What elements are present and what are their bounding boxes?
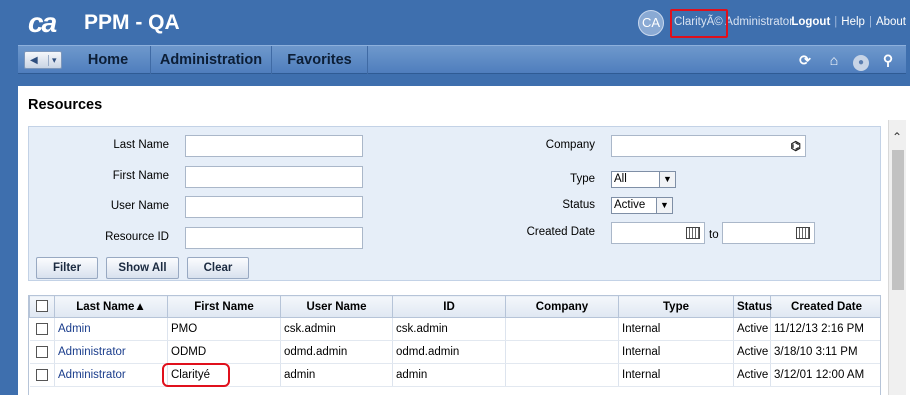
- column-header-user-name[interactable]: User Name: [280, 295, 393, 318]
- table-row: Administrator ODMD odmd.admin odmd.admin…: [29, 340, 880, 364]
- filter-button[interactable]: Filter: [36, 257, 98, 279]
- type-select[interactable]: All ▼: [611, 171, 676, 188]
- user-name-cell: odmd.admin: [280, 340, 393, 364]
- nav-favorites[interactable]: Favorites: [272, 46, 368, 74]
- home-icon[interactable]: ⌂: [824, 50, 844, 70]
- created-date-to-input[interactable]: [722, 222, 815, 244]
- created-date-label: Created Date: [526, 226, 595, 238]
- table-row: Administrator Clarityé admin admin Inter…: [29, 363, 880, 387]
- first-name-cell: ODMD: [167, 340, 281, 364]
- calendar-icon[interactable]: [686, 227, 700, 239]
- user-name-cell: admin: [280, 363, 393, 387]
- ca-logo: ca: [28, 7, 57, 38]
- user-name-label: ClarityÃ© Administrator: [674, 16, 794, 28]
- last-name-link[interactable]: Admin: [54, 317, 168, 341]
- column-header-status[interactable]: Status: [733, 295, 772, 318]
- row-checkbox[interactable]: [29, 363, 55, 387]
- back-arrow-icon: ◀: [30, 55, 38, 66]
- nav-toolbar: ⟳ ⌂ ● ⚲: [786, 50, 898, 71]
- page-title: Resources: [28, 97, 103, 113]
- last-name-input[interactable]: [185, 135, 363, 157]
- user-name-input[interactable]: [185, 196, 363, 218]
- main-nav: ◀ ▾ Home Administration Favorites ⟳ ⌂ ● ⚲: [18, 45, 906, 74]
- nav-administration[interactable]: Administration: [151, 46, 272, 74]
- lookup-binoculars-icon[interactable]: ⌬: [791, 139, 801, 153]
- company-cell: [505, 317, 619, 341]
- column-header-type[interactable]: Type: [618, 295, 734, 318]
- column-header-id[interactable]: ID: [392, 295, 506, 318]
- created-date-cell: 3/12/01 12:00 AM: [770, 363, 880, 387]
- settings-icon[interactable]: ●: [853, 55, 869, 71]
- back-button[interactable]: ◀ ▾: [24, 51, 62, 69]
- last-name-label: Last Name: [113, 139, 169, 151]
- type-cell: Internal: [618, 317, 734, 341]
- status-select[interactable]: Active ▼: [611, 197, 673, 214]
- column-header-created-date[interactable]: Created Date: [770, 295, 880, 318]
- top-header: ca PPM - QA CA ClarityÃ© Administrator L…: [0, 0, 910, 46]
- table-row: Admin PMO csk.admin csk.admin Internal A…: [29, 317, 880, 341]
- resources-table: Last Name▲ First Name User Name ID Compa…: [28, 295, 881, 395]
- about-link[interactable]: About: [876, 16, 906, 28]
- scroll-thumb[interactable]: [892, 150, 904, 290]
- id-cell: admin: [392, 363, 506, 387]
- column-header-first-name[interactable]: First Name: [167, 295, 281, 318]
- user-name-cell: csk.admin: [280, 317, 393, 341]
- resource-id-label: Resource ID: [105, 231, 169, 243]
- company-input[interactable]: ⌬: [611, 135, 806, 157]
- history-dropdown-icon[interactable]: ▾: [48, 55, 57, 66]
- top-links: Logout | Help | About: [791, 16, 906, 28]
- scroll-up-arrow-icon[interactable]: ⌃: [892, 130, 902, 144]
- status-cell: Active: [733, 363, 771, 387]
- status-cell: Active: [733, 317, 771, 341]
- company-label: Company: [545, 139, 595, 151]
- user-avatar[interactable]: CA: [638, 10, 664, 36]
- select-all-checkbox[interactable]: [29, 295, 55, 318]
- content-panel: Resources Last Name First Name User Name…: [18, 86, 910, 395]
- first-name-label: First Name: [112, 170, 169, 182]
- user-name-label: User Name: [110, 200, 169, 212]
- link-separator: |: [834, 16, 838, 28]
- link-separator: |: [868, 16, 872, 28]
- row-checkbox[interactable]: [29, 340, 55, 364]
- chevron-down-icon: ▼: [656, 198, 672, 213]
- first-name-cell: Clarityé: [167, 363, 281, 387]
- status-cell: Active: [733, 340, 771, 364]
- vertical-scrollbar[interactable]: ⌃: [888, 120, 906, 395]
- row-checkbox[interactable]: [29, 317, 55, 341]
- help-link[interactable]: Help: [841, 16, 865, 28]
- column-header-company[interactable]: Company: [505, 295, 619, 318]
- to-label: to: [709, 229, 719, 241]
- company-cell: [505, 340, 619, 364]
- search-icon[interactable]: ⚲: [878, 50, 898, 70]
- nav-home[interactable]: Home: [66, 46, 151, 74]
- type-cell: Internal: [618, 363, 734, 387]
- id-cell: csk.admin: [392, 317, 506, 341]
- status-label: Status: [562, 199, 595, 211]
- created-date-cell: 11/12/13 2:16 PM: [770, 317, 880, 341]
- app-title: PPM - QA: [84, 11, 180, 34]
- last-name-link[interactable]: Administrator: [54, 363, 168, 387]
- table-header-row: Last Name▲ First Name User Name ID Compa…: [29, 295, 880, 318]
- type-cell: Internal: [618, 340, 734, 364]
- column-header-last-name[interactable]: Last Name▲: [54, 295, 168, 318]
- resource-id-input[interactable]: [185, 227, 363, 249]
- logout-link[interactable]: Logout: [791, 16, 830, 28]
- type-label: Type: [570, 173, 595, 185]
- calendar-icon[interactable]: [796, 227, 810, 239]
- first-name-cell: PMO: [167, 317, 281, 341]
- filter-panel: Last Name First Name User Name Resource …: [28, 126, 881, 281]
- type-select-value: All: [614, 173, 627, 185]
- created-date-cell: 3/18/10 3:11 PM: [770, 340, 880, 364]
- clear-button[interactable]: Clear: [187, 257, 249, 279]
- show-all-button[interactable]: Show All: [106, 257, 179, 279]
- created-date-from-input[interactable]: [611, 222, 705, 244]
- id-cell: odmd.admin: [392, 340, 506, 364]
- refresh-icon[interactable]: ⟳: [795, 50, 815, 70]
- last-name-link[interactable]: Administrator: [54, 340, 168, 364]
- chevron-down-icon: ▼: [659, 172, 675, 187]
- status-select-value: Active: [614, 199, 646, 211]
- company-cell: [505, 363, 619, 387]
- first-name-input[interactable]: [185, 166, 363, 188]
